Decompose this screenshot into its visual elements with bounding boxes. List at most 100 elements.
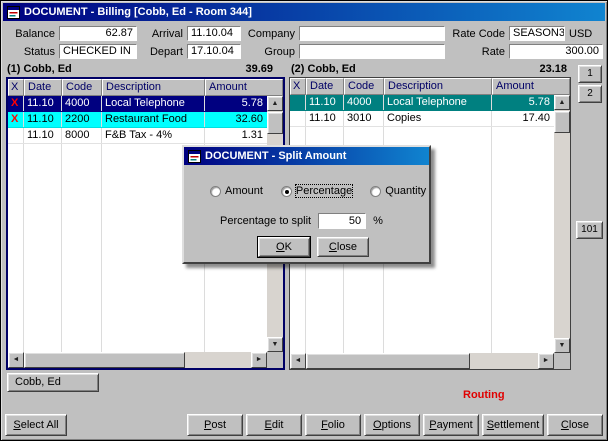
column-header-amount[interactable]: Amount (492, 78, 570, 95)
scroll-left-button[interactable]: ◄ (290, 353, 306, 369)
cell-description: F&B Tax - 4% (102, 128, 205, 143)
column-header-description[interactable]: Description (384, 78, 492, 95)
options-button[interactable]: Options (364, 414, 420, 436)
folio-2-total: 23.18 (495, 63, 567, 75)
radio-percentage-label: Percentage (296, 185, 352, 197)
window-title: DOCUMENT - Billing [Cobb, Ed - Room 344] (24, 6, 252, 18)
settlement-button[interactable]: Settlement (482, 414, 544, 436)
cell-amount: 5.78 (205, 96, 267, 111)
scrollbar-thumb[interactable] (554, 111, 570, 133)
post-button[interactable]: Post (187, 414, 243, 436)
scroll-up-button[interactable]: ▲ (554, 95, 570, 110)
payment-button[interactable]: Payment (423, 414, 479, 436)
depart-field[interactable]: 17.10.04 (187, 44, 241, 59)
scroll-right-button[interactable]: ► (251, 352, 267, 368)
company-field[interactable] (299, 26, 445, 41)
window-button-2[interactable]: 2 (578, 85, 602, 103)
column-header-x[interactable]: X (8, 79, 24, 96)
percent-sign: % (373, 215, 383, 227)
cell-description: Local Telephone (102, 96, 205, 111)
scroll-right-button[interactable]: ► (538, 353, 554, 369)
group-field[interactable] (299, 44, 445, 59)
folio-tab[interactable]: Cobb, Ed (7, 373, 99, 392)
radio-circle-icon[interactable] (210, 186, 221, 197)
split-mode-radio-group: Amount Percentage Quantity (210, 185, 426, 197)
column-header-x[interactable]: X (290, 78, 306, 95)
cell-code: 4000 (344, 95, 384, 110)
app-icon (7, 6, 20, 19)
column-header-code[interactable]: Code (344, 78, 384, 95)
cell-code: 3010 (344, 111, 384, 126)
scrollbar-corner (267, 352, 283, 368)
edit-button[interactable]: Edit (246, 414, 302, 436)
window-titlebar[interactable]: DOCUMENT - Billing [Cobb, Ed - Room 344] (3, 3, 605, 21)
currency-label: USD (569, 28, 599, 41)
cell-amount: 1.31 (205, 128, 267, 143)
routing-label[interactable]: Routing (463, 389, 505, 401)
scroll-left-button[interactable]: ◄ (8, 352, 24, 368)
folio-2-title: (2) Cobb, Ed (291, 63, 356, 75)
table-row[interactable]: X 11.10 2200 Restaurant Food 32.60 (8, 112, 267, 128)
scroll-down-button[interactable]: ▼ (554, 338, 570, 353)
dialog-close-button[interactable]: Close (317, 237, 369, 257)
column-header-date[interactable]: Date (306, 78, 344, 95)
balance-field[interactable]: 62.87 (59, 26, 137, 41)
rate-field[interactable]: 300.00 (509, 44, 603, 59)
table-row[interactable]: 11.10 4000 Local Telephone 5.78 (290, 95, 554, 111)
depart-label: Depart (137, 46, 183, 59)
select-all-button[interactable]: Select All (5, 414, 67, 436)
column-header-description[interactable]: Description (102, 79, 205, 96)
scroll-down-button[interactable]: ▼ (267, 337, 283, 352)
window-button-101[interactable]: 101 (576, 221, 603, 239)
radio-quantity-label: Quantity (385, 185, 426, 197)
column-header-amount[interactable]: Amount (205, 79, 283, 96)
dialog-titlebar[interactable]: DOCUMENT - Split Amount (184, 147, 429, 165)
vertical-scrollbar[interactable]: ▲ ▼ (554, 95, 570, 353)
company-label: Company (241, 28, 295, 41)
application-window: DOCUMENT - Billing [Cobb, Ed - Room 344]… (0, 0, 608, 441)
table-row[interactable]: 11.10 8000 F&B Tax - 4% 1.31 (8, 128, 267, 144)
rate-code-field[interactable]: SEASON3 (509, 26, 565, 41)
cell-x (290, 95, 306, 110)
radio-amount[interactable]: Amount (210, 185, 263, 197)
cell-x (290, 111, 306, 126)
folio-1-total: 39.69 (201, 63, 273, 75)
percentage-field-row: Percentage to split % (220, 213, 383, 229)
folio-1-header-row: X Date Code Description Amount (8, 79, 283, 96)
cell-x (8, 128, 24, 143)
column-header-code[interactable]: Code (62, 79, 102, 96)
bottom-button-bar: Select All Post Edit Folio Options Payme… (5, 414, 603, 436)
radio-quantity[interactable]: Quantity (370, 185, 426, 197)
radio-circle-icon[interactable] (281, 186, 292, 197)
scrollbar-thumb[interactable] (24, 352, 185, 368)
folio-button[interactable]: Folio (305, 414, 361, 436)
table-row[interactable]: X 11.10 4000 Local Telephone 5.78 (8, 96, 267, 112)
close-button[interactable]: Close (547, 414, 603, 436)
balance-label: Balance (5, 28, 55, 41)
scrollbar-thumb[interactable] (306, 353, 470, 369)
horizontal-scrollbar[interactable]: ◄ ► (290, 353, 554, 369)
ok-button[interactable]: OK (258, 237, 310, 257)
radio-percentage[interactable]: Percentage (281, 185, 352, 197)
scrollbar-corner (554, 353, 570, 369)
scrollbar-thumb[interactable] (267, 112, 283, 134)
column-header-date[interactable]: Date (24, 79, 62, 96)
rate-label: Rate (447, 46, 505, 59)
percentage-input[interactable] (318, 213, 366, 229)
arrival-label: Arrival (137, 28, 183, 41)
dialog-icon (188, 150, 201, 163)
cell-amount: 17.40 (492, 111, 554, 126)
folio-1-title: (1) Cobb, Ed (7, 63, 72, 75)
arrival-field[interactable]: 11.10.04 (187, 26, 241, 41)
table-row[interactable]: 11.10 3010 Copies 17.40 (290, 111, 554, 127)
scroll-up-button[interactable]: ▲ (267, 96, 283, 111)
header-panel: Balance 62.87 Arrival 11.10.04 Company R… (3, 21, 605, 65)
cell-amount: 32.60 (205, 112, 267, 127)
cell-code: 8000 (62, 128, 102, 143)
cell-x: X (8, 112, 24, 127)
cell-code: 4000 (62, 96, 102, 111)
window-button-1[interactable]: 1 (578, 65, 602, 83)
radio-circle-icon[interactable] (370, 186, 381, 197)
horizontal-scrollbar[interactable]: ◄ ► (8, 352, 267, 368)
status-field[interactable]: CHECKED IN (59, 44, 137, 59)
